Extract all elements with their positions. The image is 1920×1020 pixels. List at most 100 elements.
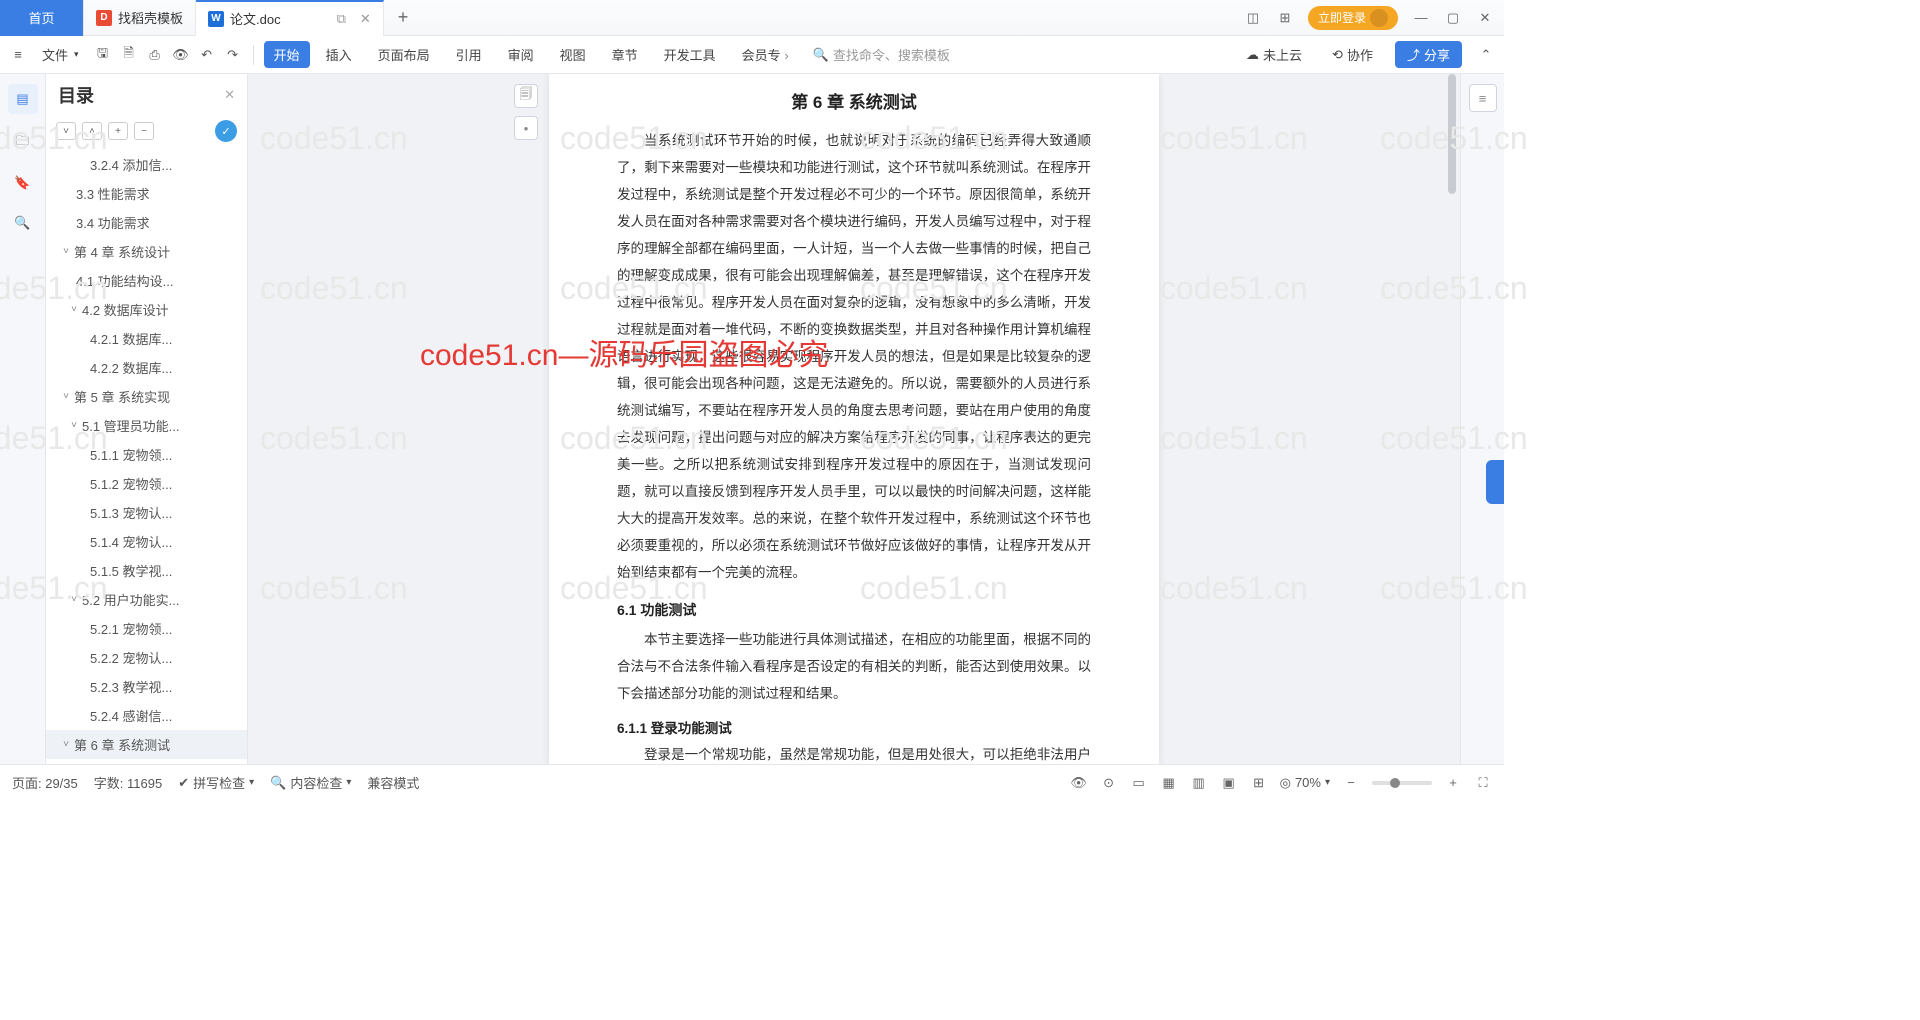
compat-mode[interactable]: 兼容模式: [367, 773, 419, 792]
outline-item[interactable]: 5.2.1 宠物领...: [46, 614, 247, 643]
outline-item[interactable]: 4.1 功能结构设...: [46, 266, 247, 295]
tab-devtools[interactable]: 开发工具: [654, 41, 726, 68]
outline-item[interactable]: 5.2.2 宠物认...: [46, 643, 247, 672]
outline-item[interactable]: 4.2.2 数据库...: [46, 353, 247, 382]
close-button[interactable]: ✕: [1476, 9, 1494, 27]
zoom-out-icon[interactable]: −: [1342, 774, 1360, 792]
doc-heading-3: 6.1.1 登录功能测试: [617, 717, 1091, 737]
redo-icon[interactable]: ↷: [223, 45, 243, 65]
document-page: 第 6 章 系统测试 当系统测试环节开始的时候，也就说明对于系统的编码已经弄得大…: [549, 74, 1159, 764]
save-icon[interactable]: 🖫: [93, 45, 113, 65]
spellcheck-icon: ✔: [178, 775, 189, 791]
tab-review[interactable]: 审阅: [498, 41, 544, 68]
file-menu[interactable]: 文件▾: [34, 41, 87, 68]
apps-icon[interactable]: ⊞: [1276, 9, 1294, 27]
outline-item[interactable]: 5.1.5 教学视...: [46, 556, 247, 585]
tab-view[interactable]: 视图: [550, 41, 596, 68]
tab-close[interactable]: ✕: [360, 11, 371, 27]
outline-item[interactable]: ˅5.2 用户功能实...: [46, 585, 247, 614]
outline-item[interactable]: ˅4.2 数据库设计: [46, 295, 247, 324]
add-heading-icon[interactable]: +: [108, 122, 128, 140]
maximize-button[interactable]: ▢: [1444, 9, 1462, 27]
outline-close[interactable]: ✕: [224, 87, 235, 103]
fullscreen-icon[interactable]: ⛶: [1474, 774, 1492, 792]
doc-paragraph: 当系统测试环节开始的时候，也就说明对于系统的编码已经弄得大致通顺了，剩下来需要对…: [617, 127, 1091, 586]
outline-item[interactable]: 5.1.4 宠物认...: [46, 527, 247, 556]
outline-item[interactable]: 5.1.2 宠物领...: [46, 469, 247, 498]
print-icon[interactable]: ⎙: [145, 45, 165, 65]
expand-ribbon-icon[interactable]: ⌃: [1476, 45, 1496, 65]
tab-template[interactable]: D 找稻壳模板: [84, 0, 196, 36]
save-as-icon[interactable]: 🗎: [119, 45, 139, 65]
side-panel-toggle[interactable]: ≡: [1469, 84, 1497, 112]
login-button[interactable]: 立即登录: [1308, 6, 1398, 30]
page-pin-icon[interactable]: •: [514, 116, 538, 140]
outline-title: 目录: [58, 82, 94, 108]
settings-icon[interactable]: ⊞: [1250, 774, 1268, 792]
undo-icon[interactable]: ↶: [197, 45, 217, 65]
tab-member[interactable]: 会员专 ›: [732, 41, 799, 68]
outline-item[interactable]: 5.2.4 感谢信...: [46, 701, 247, 730]
expand-all-icon[interactable]: ˄: [82, 122, 102, 140]
tab-add[interactable]: +: [384, 7, 423, 28]
zoom-slider[interactable]: [1372, 781, 1432, 785]
layout-icon[interactable]: ◫: [1244, 9, 1262, 27]
outline-item[interactable]: 3.4 功能需求: [46, 208, 247, 237]
content-check-button[interactable]: 🔍内容检查 ▾: [270, 773, 351, 792]
zoom-control[interactable]: ◎ 70% ▾: [1280, 775, 1330, 791]
tab-references[interactable]: 引用: [446, 41, 492, 68]
side-tab[interactable]: [1486, 460, 1504, 504]
search-panel-icon[interactable]: 🔍: [12, 212, 34, 234]
doc-heading-2: 6.1 功能测试: [617, 600, 1091, 620]
view-web-icon[interactable]: ▦: [1160, 774, 1178, 792]
bookmark-icon[interactable]: 🔖: [12, 172, 34, 194]
outline-list: 3.2.4 添加信...3.3 性能需求3.4 功能需求˅第 4 章 系统设计4…: [46, 146, 247, 764]
focus-icon[interactable]: ⊙: [1100, 774, 1118, 792]
doc-heading-1: 第 6 章 系统测试: [617, 88, 1091, 113]
tab-chapter[interactable]: 章节: [602, 41, 648, 68]
remove-heading-icon[interactable]: −: [134, 122, 154, 140]
view-page-icon[interactable]: ▭: [1130, 774, 1148, 792]
outline-item[interactable]: ˅5.1 管理员功能...: [46, 411, 247, 440]
zoom-in-icon[interactable]: +: [1444, 774, 1462, 792]
page-copy-icon[interactable]: 🗐: [514, 84, 538, 108]
view-read-icon[interactable]: ▣: [1220, 774, 1238, 792]
outline-item[interactable]: 3.3 性能需求: [46, 179, 247, 208]
outline-item[interactable]: 5.1.3 宠物认...: [46, 498, 247, 527]
outline-item[interactable]: 4.2.1 数据库...: [46, 324, 247, 353]
page-indicator[interactable]: 页面: 29/35: [12, 773, 78, 792]
view-outline-icon[interactable]: ▥: [1190, 774, 1208, 792]
tab-layout[interactable]: 页面布局: [368, 41, 440, 68]
outline-item[interactable]: ˅6.1 功能测试: [46, 759, 247, 764]
scrollbar-vert[interactable]: [1448, 74, 1458, 764]
preview-icon[interactable]: 👁: [171, 45, 191, 65]
eye-icon[interactable]: 👁: [1070, 774, 1088, 792]
menu-icon[interactable]: ≡: [8, 45, 28, 65]
command-search[interactable]: 🔍查找命令、搜索模板: [813, 45, 950, 64]
avatar-icon: [1370, 9, 1388, 27]
tab-home[interactable]: 首页: [0, 0, 84, 36]
tab-insert[interactable]: 插入: [316, 41, 362, 68]
outline-item[interactable]: ˅第 6 章 系统测试: [46, 730, 247, 759]
minimize-button[interactable]: ―: [1412, 9, 1430, 27]
coop-button[interactable]: ⟲协作: [1324, 41, 1381, 68]
spellcheck-button[interactable]: ✔拼写检查 ▾: [178, 773, 254, 792]
doc-paragraph: 登录是一个常规功能，虽然是常规功能，但是用处很大，可以拒绝非法用户访问，只有合法…: [617, 741, 1091, 764]
tab-start[interactable]: 开始: [264, 41, 310, 68]
outline-item[interactable]: ˅第 4 章 系统设计: [46, 237, 247, 266]
outline-item[interactable]: 5.1.1 宠物领...: [46, 440, 247, 469]
clipboard-icon[interactable]: 🗀: [12, 132, 34, 154]
external-icon[interactable]: ⧉: [337, 11, 346, 27]
outline-item[interactable]: 3.2.4 添加信...: [46, 150, 247, 179]
tab-document[interactable]: W 论文.doc ⧉ ✕: [196, 0, 384, 36]
word-count[interactable]: 字数: 11695: [94, 773, 162, 792]
share-icon: ⤴: [1407, 45, 1420, 64]
collapse-all-icon[interactable]: ˅: [56, 122, 76, 140]
outline-item[interactable]: ˅第 5 章 系统实现: [46, 382, 247, 411]
sync-icon[interactable]: ✓: [215, 120, 237, 142]
wps-doc-icon: W: [208, 11, 224, 27]
cloud-status[interactable]: ☁未上云: [1238, 41, 1310, 68]
outline-icon[interactable]: ▤: [8, 84, 38, 114]
share-button[interactable]: ⤴分享: [1395, 41, 1462, 68]
outline-item[interactable]: 5.2.3 教学视...: [46, 672, 247, 701]
